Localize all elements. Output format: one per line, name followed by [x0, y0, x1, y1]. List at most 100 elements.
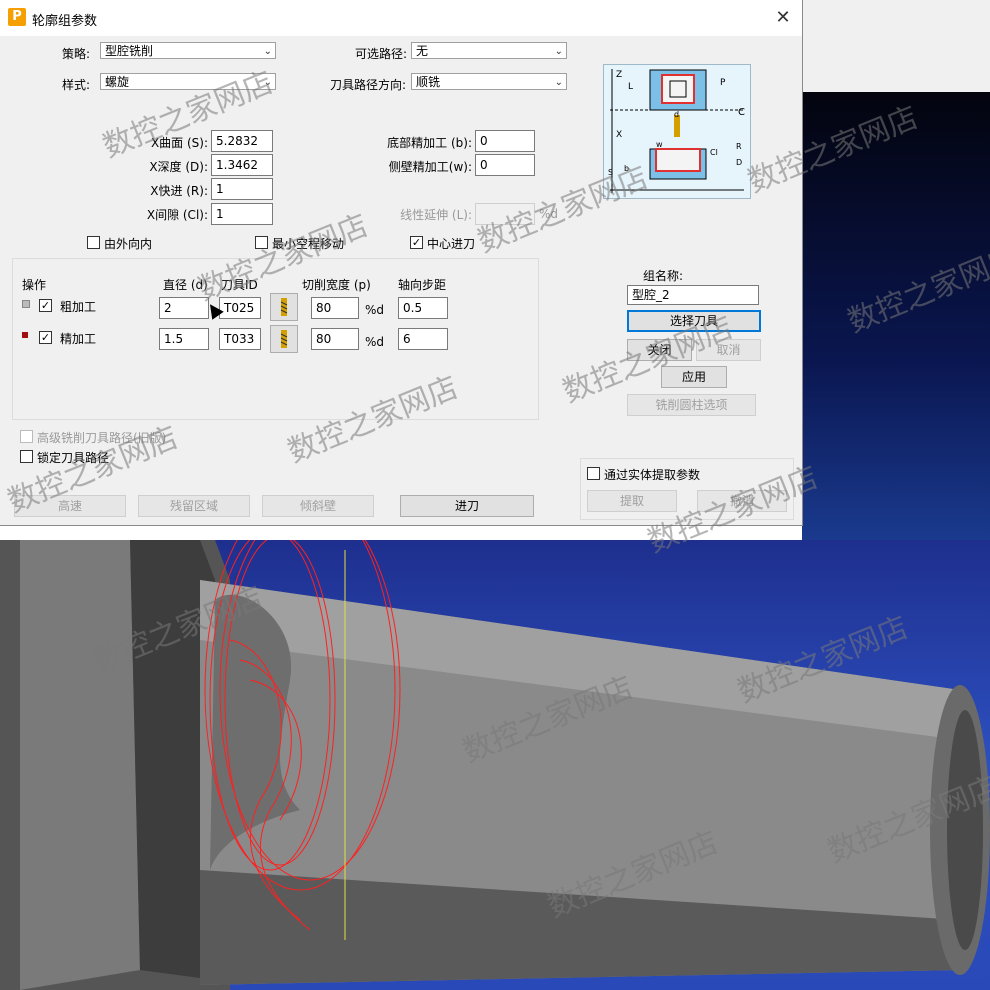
- roughing-width-unit: %d: [365, 303, 385, 317]
- roughing-tool-button[interactable]: [270, 293, 298, 321]
- diag-c: C: [738, 107, 745, 118]
- shaft-bore: [947, 710, 983, 950]
- residual-area-button[interactable]: 残留区域: [138, 495, 250, 517]
- feed-in-button[interactable]: 进刀: [400, 495, 534, 517]
- bottom-finish-input[interactable]: 0: [475, 130, 535, 152]
- apply-button[interactable]: 应用: [661, 366, 727, 388]
- min-empty-checkbox[interactable]: [255, 236, 268, 249]
- undo-button[interactable]: 撤消: [697, 490, 787, 512]
- outside-in-checkbox[interactable]: [87, 236, 100, 249]
- finishing-label: 精加工: [60, 332, 97, 346]
- linear-ext-label: 线性延伸 (L):: [400, 208, 472, 222]
- end-mill-icon: [280, 298, 288, 316]
- finishing-tool-button[interactable]: [270, 325, 298, 353]
- select-tool-button[interactable]: 选择刀具: [627, 310, 761, 332]
- side-finish-label: 侧壁精加工(w):: [388, 160, 472, 174]
- roughing-width-input[interactable]: 80: [311, 297, 359, 319]
- tool-path-dir-value: 顺铣: [416, 75, 441, 89]
- high-speed-button[interactable]: 高速: [14, 495, 126, 517]
- diag-r: R: [736, 142, 742, 151]
- diag-s: S: [608, 168, 613, 177]
- strategy-select[interactable]: 型腔铣削 ⌄: [100, 42, 276, 59]
- contour-group-dialog: P 轮廓组参数 ✕ 策略: 型腔铣削 ⌄ 样式: 螺旋 ⌄ 可选路径: 无 ⌄ …: [0, 0, 803, 526]
- min-empty-label: 最小空程移动: [272, 237, 345, 251]
- side-finish-input[interactable]: 0: [475, 154, 535, 176]
- chevron-down-icon: ⌄: [554, 77, 563, 88]
- ops-header-tool-id: 刀具ID: [221, 278, 258, 292]
- adv-path-checkbox[interactable]: [20, 430, 33, 443]
- x-rapid-input[interactable]: 1: [211, 178, 273, 200]
- center-feed-checkbox[interactable]: ✓: [410, 236, 423, 249]
- lock-path-checkbox[interactable]: [20, 450, 33, 463]
- x-surface-label: X曲面 (S):: [150, 136, 208, 150]
- style-label: 样式:: [62, 78, 91, 92]
- lock-path-label: 锁定刀具路径: [37, 451, 110, 465]
- outside-in-label: 由外向内: [104, 237, 153, 251]
- center-feed-label: 中心进刀: [427, 237, 476, 251]
- x-depth-input[interactable]: 1.3462: [211, 154, 273, 176]
- diag-b: b: [624, 164, 629, 173]
- diag-d: d: [674, 110, 679, 119]
- pocket-diagram-svg: Z L P C X d w Cl R D S b: [608, 69, 745, 193]
- x-rapid-label: X快进 (R):: [150, 184, 208, 198]
- x-surface-input[interactable]: 5.2832: [211, 130, 273, 152]
- inclined-wall-button[interactable]: 倾斜壁: [262, 495, 374, 517]
- linear-ext-input: [475, 203, 535, 225]
- close-icon[interactable]: ✕: [768, 6, 798, 30]
- chevron-down-icon: ⌄: [263, 46, 272, 57]
- flange-face: [20, 540, 140, 990]
- diag-p: P: [720, 78, 726, 88]
- x-clearance-input[interactable]: 1: [211, 203, 273, 225]
- possible-path-select[interactable]: 无 ⌄: [411, 42, 567, 59]
- strategy-value: 型腔铣削: [105, 44, 154, 58]
- title-bar: P 轮廓组参数 ✕: [0, 0, 802, 36]
- roughing-tool-input[interactable]: T025: [219, 297, 261, 319]
- tool-path-dir-label: 刀具路径方向:: [330, 78, 407, 92]
- style-select[interactable]: 螺旋 ⌄: [100, 73, 276, 90]
- roughing-diameter-input[interactable]: 2: [159, 297, 209, 319]
- ops-header-diameter: 直径 (d): [163, 278, 208, 292]
- solid-extract-checkbox[interactable]: [587, 467, 600, 480]
- finishing-width-input[interactable]: 80: [311, 328, 359, 350]
- diag-x: X: [616, 130, 622, 140]
- x-clearance-label: X间隙 (Cl):: [146, 208, 208, 222]
- roughing-checkbox[interactable]: ✓: [39, 299, 52, 312]
- chevron-down-icon: ⌄: [554, 46, 563, 57]
- mill-cylinder-button[interactable]: 铣削圆柱选项: [627, 394, 756, 416]
- finishing-tool-input[interactable]: T033: [219, 328, 261, 350]
- extract-button[interactable]: 提取: [587, 490, 677, 512]
- strategy-label: 策略:: [62, 47, 91, 61]
- ops-header-operation: 操作: [22, 278, 47, 292]
- finishing-width-unit: %d: [365, 335, 385, 349]
- diag-l: L: [628, 82, 633, 92]
- possible-path-label: 可选路径:: [355, 47, 408, 61]
- app-icon: P: [8, 8, 26, 26]
- finishing-step-input[interactable]: 6: [398, 328, 448, 350]
- close-button[interactable]: 关闭: [627, 339, 692, 361]
- style-value: 螺旋: [105, 75, 130, 89]
- roughing-color-swatch: [22, 300, 30, 308]
- ops-header-cut-width: 切削宽度 (p): [302, 278, 371, 292]
- roughing-label: 粗加工: [60, 300, 97, 314]
- dialog-title: 轮廓组参数: [32, 14, 98, 29]
- bottom-finish-label: 底部精加工 (b):: [387, 136, 472, 150]
- x-depth-label: X深度 (D):: [149, 160, 208, 174]
- roughing-step-input[interactable]: 0.5: [398, 297, 448, 319]
- finishing-diameter-input[interactable]: 1.5: [159, 328, 209, 350]
- adv-path-label: 高级铣削刀具路径(旧版): [37, 431, 167, 445]
- finishing-color-swatch: [22, 332, 28, 338]
- finishing-checkbox[interactable]: ✓: [39, 331, 52, 344]
- diag-dd: D: [736, 158, 742, 167]
- workpiece-model: [0, 540, 990, 990]
- diag-z: Z: [616, 70, 622, 80]
- group-name-label: 组名称:: [643, 269, 684, 283]
- chevron-down-icon: ⌄: [263, 77, 272, 88]
- cancel-button[interactable]: 取消: [696, 339, 761, 361]
- dark-background: [802, 92, 990, 540]
- group-name-input[interactable]: 型腔_2: [627, 285, 759, 305]
- end-mill-icon: [280, 330, 288, 348]
- tool-path-dir-select[interactable]: 顺铣 ⌄: [411, 73, 567, 90]
- 3d-viewport[interactable]: [0, 540, 990, 990]
- diag-cl: Cl: [710, 148, 718, 157]
- linear-ext-unit: %d: [539, 207, 559, 221]
